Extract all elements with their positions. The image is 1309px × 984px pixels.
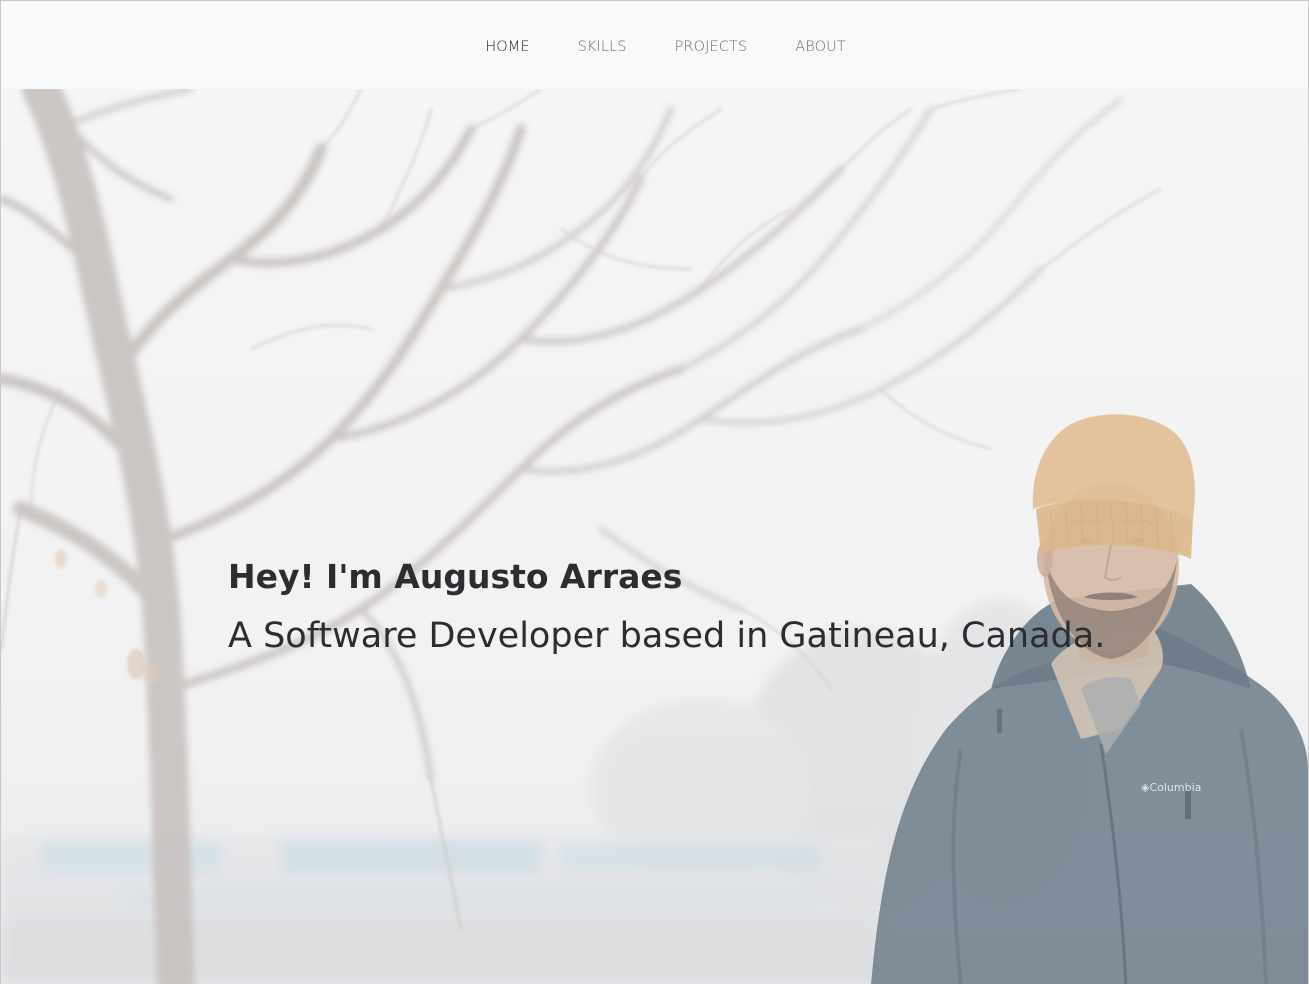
top-navbar: HOME SKILLS PROJECTS ABOUT (1, 1, 1308, 89)
hero-section: ◈Columbia Hey! I'm Augusto Arraes A Soft… (1, 89, 1308, 984)
nav-list: HOME SKILLS PROJECTS ABOUT (439, 36, 870, 55)
hero-greeting: Hey! I'm Augusto Arraes (228, 557, 683, 596)
hero-tagline: A Software Developer based in Gatineau, … (228, 616, 1106, 656)
browser-viewport: HOME SKILLS PROJECTS ABOUT ◈Columbia Hey… (0, 0, 1309, 984)
nav-link-projects[interactable]: PROJECTS (675, 39, 748, 55)
hero-text-block: Hey! I'm Augusto Arraes A Software Devel… (228, 555, 1105, 659)
nav-link-skills[interactable]: SKILLS (578, 39, 627, 55)
nav-link-home[interactable]: HOME (485, 39, 529, 55)
hero-background-photo: ◈Columbia (1, 89, 1308, 984)
nav-link-about[interactable]: ABOUT (795, 39, 846, 55)
